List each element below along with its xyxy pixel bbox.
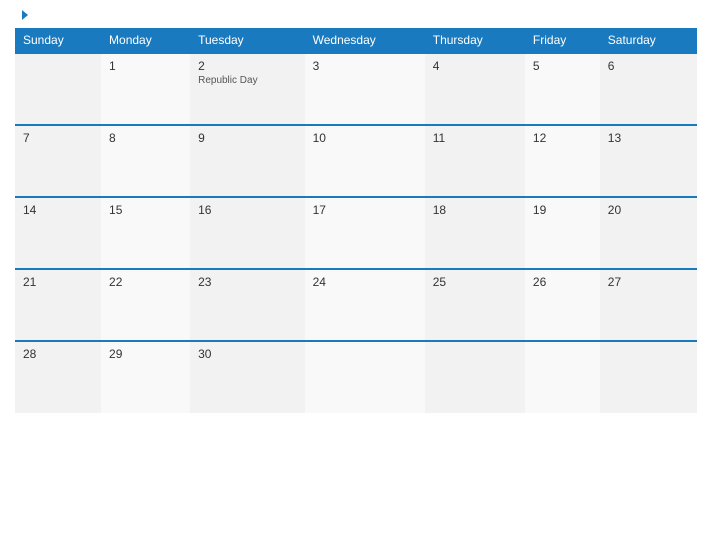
day-number: 3	[313, 59, 417, 73]
day-number: 25	[433, 275, 517, 289]
day-number: 5	[533, 59, 592, 73]
calendar-cell	[525, 341, 600, 413]
day-number: 11	[433, 131, 517, 145]
calendar-cell: 29	[101, 341, 190, 413]
day-number: 8	[109, 131, 182, 145]
calendar-tbody: 12Republic Day34567891011121314151617181…	[15, 53, 697, 413]
calendar-cell	[425, 341, 525, 413]
day-number: 18	[433, 203, 517, 217]
week-row-3: 21 22 23 24 25 26 27	[15, 269, 697, 341]
calendar-cell: 21	[15, 269, 101, 341]
day-number: 9	[198, 131, 297, 145]
calendar-cell	[305, 341, 425, 413]
calendar-cell: 24	[305, 269, 425, 341]
calendar-cell: 14	[15, 197, 101, 269]
calendar-cell: 9	[190, 125, 305, 197]
day-number: 10	[313, 131, 417, 145]
calendar-cell: 26	[525, 269, 600, 341]
calendar-cell: 4	[425, 53, 525, 125]
day-number: 30	[198, 347, 297, 361]
day-number: 16	[198, 203, 297, 217]
day-number: 21	[23, 275, 93, 289]
holiday-name: Republic Day	[198, 75, 297, 86]
calendar-cell	[15, 53, 101, 125]
logo	[20, 10, 28, 20]
weekday-header-saturday: Saturday	[600, 28, 697, 53]
calendar-cell: 19	[525, 197, 600, 269]
calendar-cell: 25	[425, 269, 525, 341]
weekday-header-thursday: Thursday	[425, 28, 525, 53]
calendar-cell: 1	[101, 53, 190, 125]
logo-triangle-icon	[22, 10, 28, 20]
calendar-cell: 5	[525, 53, 600, 125]
calendar-cell: 22	[101, 269, 190, 341]
day-number: 17	[313, 203, 417, 217]
day-number: 7	[23, 131, 93, 145]
calendar-cell: 28	[15, 341, 101, 413]
day-number: 13	[608, 131, 689, 145]
logo-blue-text	[20, 10, 28, 20]
day-number: 29	[109, 347, 182, 361]
day-number: 27	[608, 275, 689, 289]
day-number: 26	[533, 275, 592, 289]
calendar-cell: 10	[305, 125, 425, 197]
calendar-cell: 11	[425, 125, 525, 197]
calendar-cell: 3	[305, 53, 425, 125]
day-number: 1	[109, 59, 182, 73]
calendar-cell: 15	[101, 197, 190, 269]
calendar-cell: 2 Republic Day	[190, 53, 305, 125]
day-number: 23	[198, 275, 297, 289]
calendar-cell: 8	[101, 125, 190, 197]
calendar-cell: 17	[305, 197, 425, 269]
weekday-header-wednesday: Wednesday	[305, 28, 425, 53]
weekday-header-row: SundayMondayTuesdayWednesdayThursdayFrid…	[15, 28, 697, 53]
calendar-cell: 16	[190, 197, 305, 269]
day-number: 22	[109, 275, 182, 289]
calendar-cell: 23	[190, 269, 305, 341]
calendar-cell: 20	[600, 197, 697, 269]
day-number: 20	[608, 203, 689, 217]
calendar-cell: 30	[190, 341, 305, 413]
calendar-cell: 13	[600, 125, 697, 197]
weekday-header-tuesday: Tuesday	[190, 28, 305, 53]
calendar-cell	[600, 341, 697, 413]
calendar-table: SundayMondayTuesdayWednesdayThursdayFrid…	[15, 28, 697, 413]
calendar-cell: 7	[15, 125, 101, 197]
weekday-header-sunday: Sunday	[15, 28, 101, 53]
calendar-cell: 18	[425, 197, 525, 269]
day-number: 6	[608, 59, 689, 73]
calendar-cell: 6	[600, 53, 697, 125]
calendar-thead: SundayMondayTuesdayWednesdayThursdayFrid…	[15, 28, 697, 53]
week-row-0: 1 2 Republic Day 3 4 5 6	[15, 53, 697, 125]
weekday-header-friday: Friday	[525, 28, 600, 53]
day-number: 2	[198, 59, 297, 73]
day-number: 14	[23, 203, 93, 217]
day-number: 24	[313, 275, 417, 289]
day-number: 4	[433, 59, 517, 73]
calendar-cell: 12	[525, 125, 600, 197]
week-row-4: 28 29 30	[15, 341, 697, 413]
week-row-1: 7 8 9 10 11 12 13	[15, 125, 697, 197]
weekday-header-monday: Monday	[101, 28, 190, 53]
day-number: 19	[533, 203, 592, 217]
calendar-header	[15, 10, 697, 20]
day-number: 15	[109, 203, 182, 217]
day-number: 12	[533, 131, 592, 145]
week-row-2: 14 15 16 17 18 19 20	[15, 197, 697, 269]
calendar-cell: 27	[600, 269, 697, 341]
calendar-container: SundayMondayTuesdayWednesdayThursdayFrid…	[0, 0, 712, 550]
day-number: 28	[23, 347, 93, 361]
